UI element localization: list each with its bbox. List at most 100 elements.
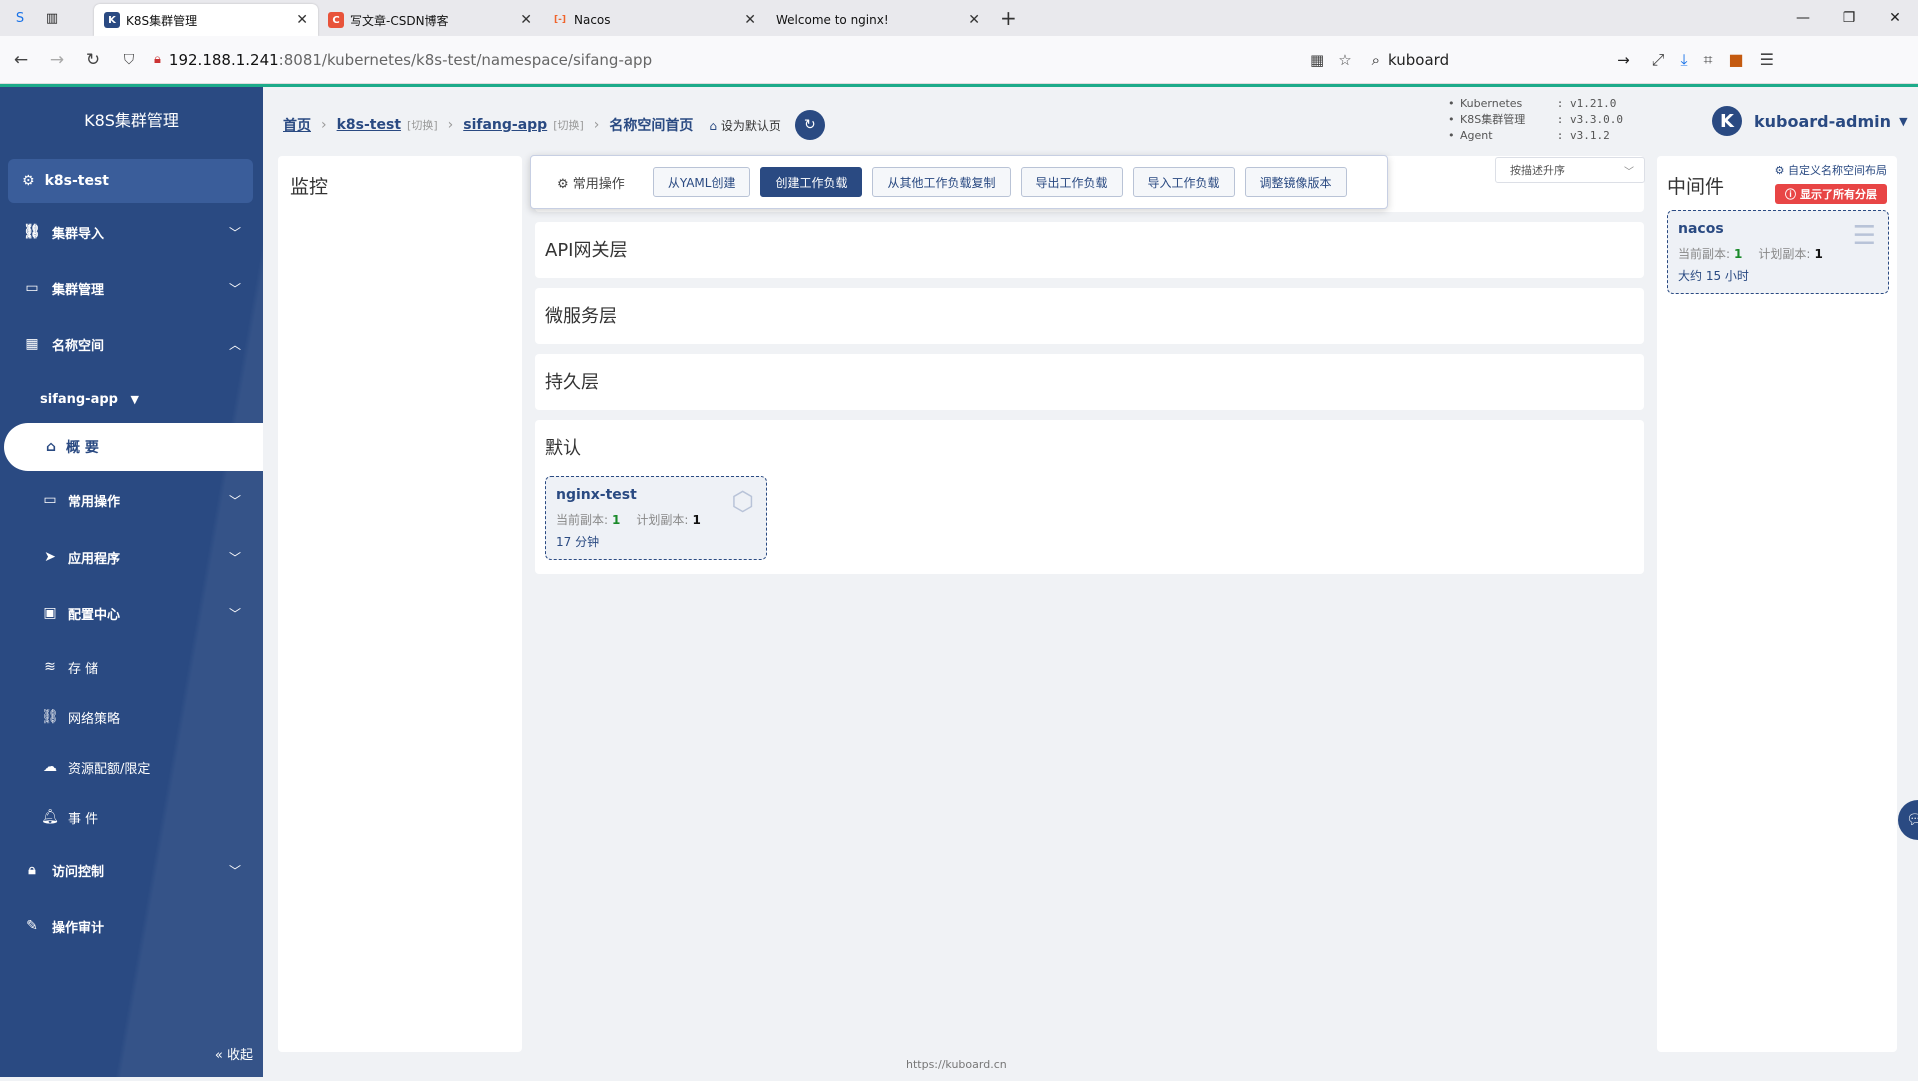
- sidebar-title: K8S集群管理: [84, 111, 179, 130]
- middleware-panel: ⚙ 自定义名称空间布局 ⓘ 显示了所有分层 中间件 nacos 当前副本: 1 …: [1657, 156, 1897, 1052]
- sidebar-item-label: 概 要: [66, 440, 99, 456]
- sidebar-item-label: 访问控制: [52, 864, 105, 880]
- namespace-name: sifang-app: [40, 392, 118, 407]
- cube-icon: ⬡: [731, 487, 754, 517]
- reload-icon[interactable]: ↻: [78, 45, 108, 75]
- create-from-yaml-button[interactable]: 从YAML创建: [652, 167, 751, 197]
- back-icon[interactable]: ←: [6, 45, 36, 75]
- workload-age: 17 分钟: [556, 535, 600, 549]
- copy-workload-button[interactable]: 从其他工作负载复制: [872, 167, 1011, 197]
- close-icon[interactable]: ✕: [296, 12, 308, 28]
- paper-plane-icon: ➤: [44, 549, 56, 565]
- user-menu[interactable]: K kuboard-admin ▼: [1712, 106, 1908, 136]
- sidebar-item-label: 存 储: [68, 661, 99, 677]
- caret-down-icon: ▼: [130, 393, 139, 406]
- section-api-gateway: API网关层: [535, 222, 1644, 278]
- version-row: • K8S集群管理: v3.3.0.0: [1448, 113, 1623, 126]
- tab-k8s[interactable]: K K8S集群管理 ✕: [94, 4, 318, 36]
- tab-csdn[interactable]: C 写文章-CSDN博客 ✕: [318, 4, 542, 36]
- sidebar-cluster[interactable]: ⚙ k8s-test: [8, 159, 253, 203]
- shield-icon[interactable]: ⛉: [114, 45, 144, 75]
- section-title: 微服务层: [545, 306, 617, 327]
- browser-tools: ⤢ ⤓ ⌗ ■ ☰: [1652, 50, 1774, 70]
- workload-replicas: 当前副本: 1 计划副本: 1: [556, 512, 701, 528]
- new-tab-icon[interactable]: +: [1000, 6, 1017, 30]
- breadcrumb-cluster[interactable]: k8s-test: [337, 117, 401, 133]
- sidebar-item-manage[interactable]: ▭ 集群管理 ﹀: [0, 268, 263, 308]
- url-path: :8081/kubernetes/k8s-test/namespace/sifa…: [278, 50, 653, 69]
- close-icon[interactable]: ✕: [968, 12, 980, 28]
- show-all-layers-button[interactable]: ⓘ 显示了所有分层: [1775, 184, 1887, 204]
- extension-icon[interactable]: ■: [1729, 50, 1744, 70]
- switch-namespace-link[interactable]: [切换]: [553, 117, 584, 133]
- chevron-down-icon: ﹀: [228, 550, 241, 565]
- adjust-image-button[interactable]: 调整镜像版本: [1244, 167, 1347, 197]
- tab-nginx[interactable]: Welcome to nginx! ✕: [766, 4, 990, 36]
- export-workload-button[interactable]: 导出工作负载: [1020, 167, 1123, 197]
- chevron-right-icon: ›: [447, 117, 454, 133]
- bookmark-star-icon[interactable]: ☆: [1338, 51, 1351, 69]
- search-go-icon[interactable]: →: [1617, 51, 1630, 69]
- set-default-page-link[interactable]: ⌂ 设为默认页: [709, 117, 780, 134]
- sidebar-collapse-button[interactable]: « 收起: [215, 1044, 253, 1063]
- fullscreen-icon[interactable]: ⤢: [1652, 50, 1665, 70]
- username: kuboard-admin: [1754, 111, 1892, 131]
- refresh-button[interactable]: ↻: [794, 110, 825, 140]
- version-row: • Kubernetes: v1.21.0: [1448, 97, 1617, 110]
- window-close-icon[interactable]: ✕: [1872, 0, 1918, 36]
- sort-select[interactable]: 按描述升序 ﹀: [1495, 157, 1645, 183]
- sidebar: K8S集群管理 ⚙ k8s-test ⛓ 集群导入 ﹀ ▭ 集群管理 ﹀ ▦ 名…: [0, 87, 263, 1077]
- section-persistence: 持久层: [535, 354, 1644, 410]
- version-info: • Kubernetes: v1.21.0 • K8S集群管理: v3.3.0.0 • A…: [1448, 96, 1623, 144]
- breadcrumb-namespace[interactable]: sifang-app: [463, 117, 547, 133]
- sidebar-item-label: 应用程序: [68, 551, 121, 567]
- url-bar[interactable]: 🔒︎ 192.188.1.241 :8081/kubernetes/k8s-te…: [154, 43, 1420, 77]
- sidebar-item-quota[interactable]: ☁ 资源配额/限定: [0, 747, 263, 787]
- browser-extension-icon[interactable]: S: [8, 6, 32, 30]
- sidebar-item-storage[interactable]: ≋ 存 储: [0, 647, 263, 687]
- crop-icon[interactable]: ⌗: [1704, 50, 1713, 70]
- database-icon: ≋: [44, 659, 56, 675]
- library-icon[interactable]: ▥: [40, 6, 64, 30]
- sidebar-item-common-ops[interactable]: ▭ 常用操作 ﹀: [0, 480, 263, 520]
- create-workload-button[interactable]: 创建工作负载: [760, 167, 863, 197]
- sidebar-item-events[interactable]: 🔔︎ 事 件: [0, 797, 263, 837]
- sidebar-item-netpolicy[interactable]: ⛓ 网络策略: [0, 697, 263, 737]
- home-icon: ⌂: [46, 439, 57, 455]
- chat-icon[interactable]: 💬︎: [1898, 800, 1918, 840]
- footer-link[interactable]: https://kuboard.cn: [906, 1058, 1007, 1071]
- qr-code-icon[interactable]: ▦: [1310, 51, 1324, 69]
- namespace-selector[interactable]: sifang-app ▼: [40, 392, 139, 407]
- switch-cluster-link[interactable]: [切换]: [407, 117, 438, 133]
- workload-name[interactable]: nginx-test: [556, 487, 637, 503]
- restore-icon[interactable]: ❐: [1826, 0, 1872, 36]
- sidebar-item-namespace[interactable]: ▦ 名称空间 ︿: [0, 324, 263, 364]
- folder-icon: ▭: [25, 280, 39, 296]
- middleware-name[interactable]: nacos: [1678, 221, 1724, 237]
- breadcrumb-home[interactable]: 首页: [283, 115, 311, 135]
- sidebar-item-audit[interactable]: ✎ 操作审计: [0, 906, 263, 946]
- tab-label: K8S集群管理: [126, 13, 198, 28]
- sidebar-item-config[interactable]: ▣ 配置中心 ﹀: [0, 593, 263, 633]
- customize-layout-link[interactable]: ⚙ 自定义名称空间布局: [1775, 162, 1887, 178]
- search-bar[interactable]: ⌕ kuboard →: [1368, 43, 1638, 77]
- minimize-icon[interactable]: —: [1780, 0, 1826, 36]
- tab-nacos[interactable]: [-] Nacos ✕: [542, 4, 766, 36]
- download-icon[interactable]: ⤓: [1680, 50, 1687, 70]
- sidebar-item-overview[interactable]: ⌂ 概 要: [4, 423, 263, 471]
- workload-card[interactable]: nginx-test 当前副本: 1 计划副本: 1 17 分钟 ⬡: [545, 476, 767, 560]
- close-icon[interactable]: ✕: [520, 12, 532, 28]
- collapse-label: 收起: [226, 1048, 253, 1063]
- monitor-panel: 监控: [278, 156, 522, 1052]
- forward-icon[interactable]: →: [42, 45, 72, 75]
- middleware-card[interactable]: nacos 当前副本: 1 计划副本: 1 大约 15 小时 ☰: [1667, 210, 1889, 294]
- menu-icon[interactable]: ☰: [1760, 50, 1774, 70]
- section-title: API网关层: [545, 240, 628, 261]
- import-workload-button[interactable]: 导入工作负载: [1132, 167, 1235, 197]
- sidebar-item-label: 集群导入: [52, 226, 105, 242]
- close-icon[interactable]: ✕: [744, 12, 756, 28]
- csdn-favicon-icon: C: [328, 12, 344, 28]
- sidebar-item-apps[interactable]: ➤ 应用程序 ﹀: [0, 537, 263, 577]
- sidebar-item-import[interactable]: ⛓ 集群导入 ﹀: [0, 212, 263, 252]
- sidebar-item-access[interactable]: 🔒︎ 访问控制 ﹀: [0, 850, 263, 890]
